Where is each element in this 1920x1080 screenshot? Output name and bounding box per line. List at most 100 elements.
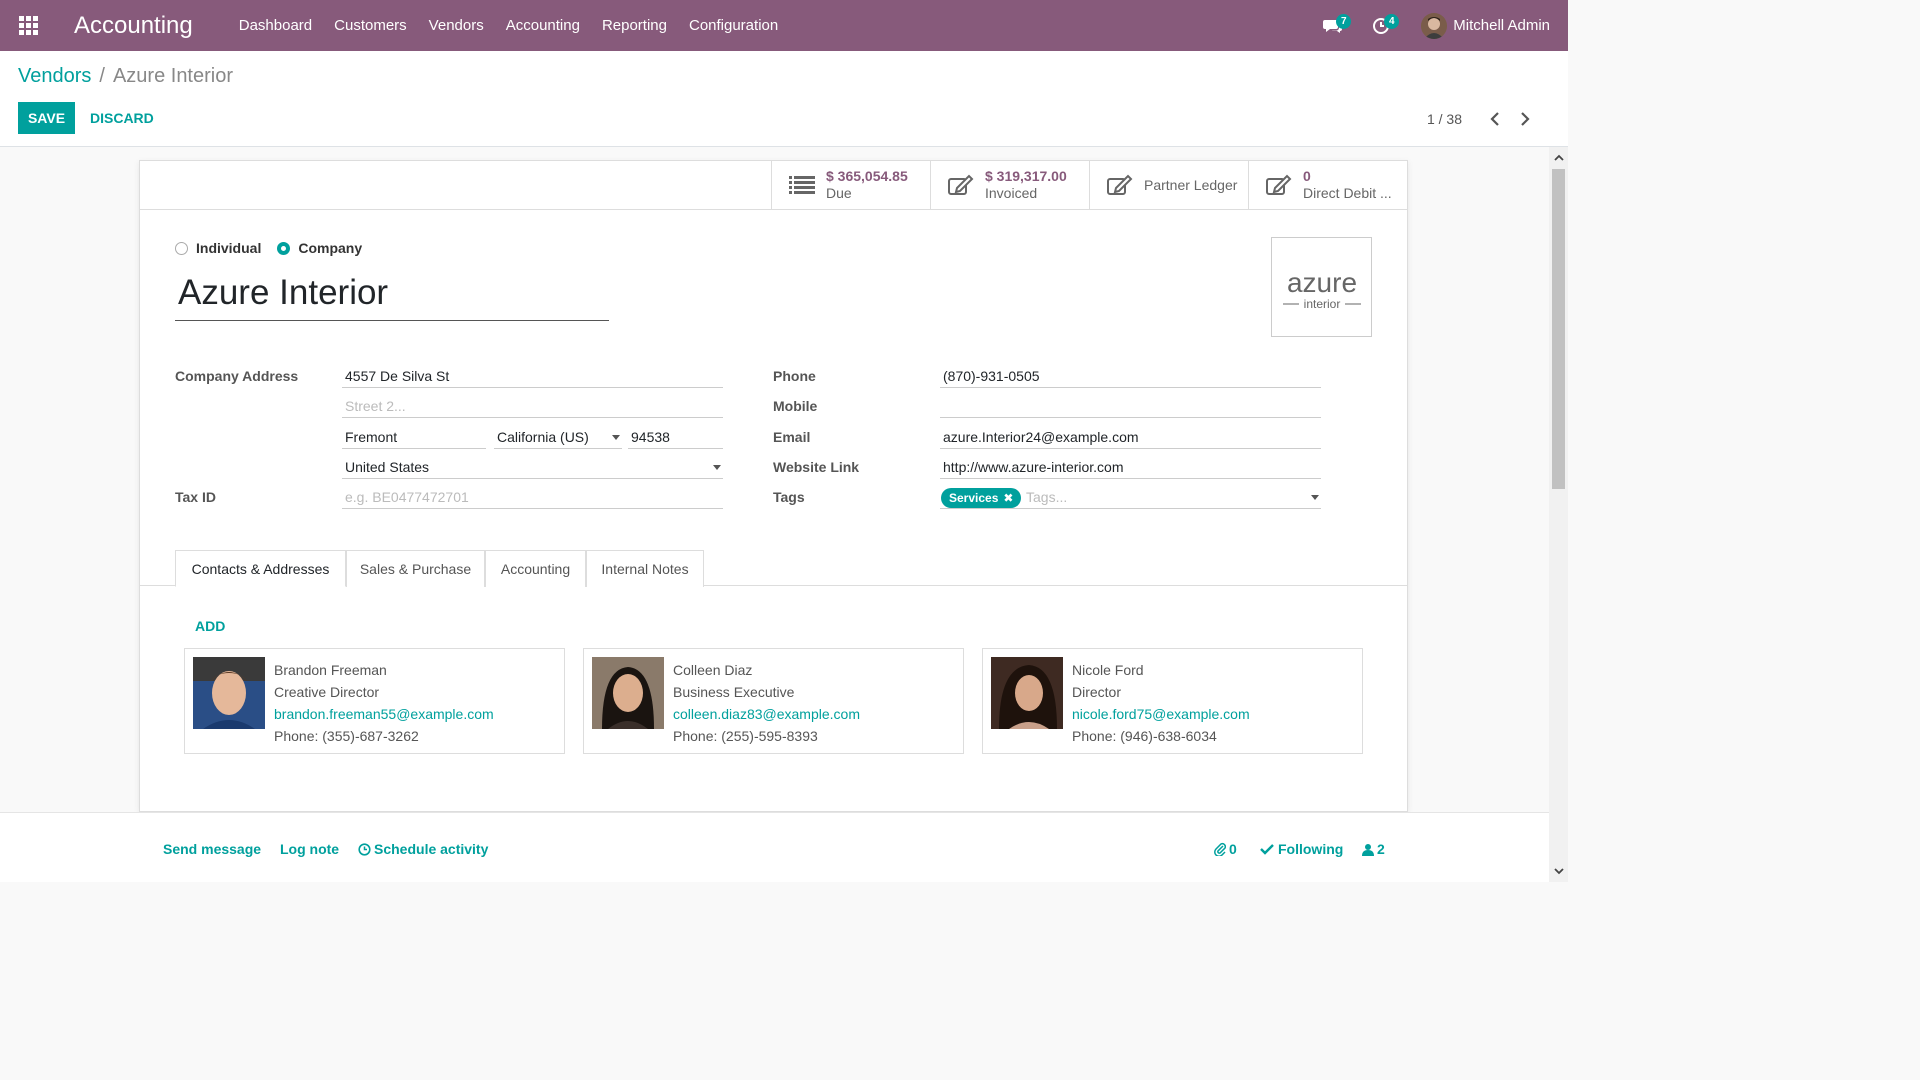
menu-item-customers[interactable]: Customers — [334, 17, 407, 34]
follow-button[interactable]: Following — [1260, 841, 1343, 857]
chevron-down-icon — [713, 465, 721, 470]
contact-avatar — [193, 657, 265, 729]
pager-previous-button[interactable] — [1480, 107, 1510, 131]
discard-button[interactable]: DISCARD — [85, 102, 159, 134]
company-address-label: Company Address — [175, 368, 299, 384]
mobile-input[interactable] — [940, 396, 1321, 418]
company-label[interactable]: Company — [298, 240, 362, 256]
main-menu: Dashboard Customers Vendors Accounting R… — [239, 17, 800, 34]
country-select[interactable]: United States — [342, 457, 723, 479]
direct-debit-value: 0 — [1303, 168, 1311, 184]
schedule-activity-button[interactable]: Schedule activity — [358, 841, 488, 857]
due-value: $ 365,054.85 — [826, 168, 908, 184]
due-stat-button[interactable]: $ 365,054.85 Due — [771, 161, 930, 209]
contact-name: Colleen Diaz — [673, 662, 753, 678]
partner-name-input[interactable]: Azure Interior — [175, 271, 609, 321]
street-input[interactable]: 4557 De Silva St — [342, 366, 723, 388]
page-scrollbar[interactable] — [1549, 147, 1568, 882]
city-input[interactable]: Fremont — [342, 427, 486, 449]
messaging-menu[interactable]: 7 — [1313, 0, 1353, 51]
user-name: Mitchell Admin — [1453, 17, 1550, 34]
mobile-label: Mobile — [773, 398, 818, 414]
tags-label: Tags — [773, 489, 805, 505]
breadcrumb-separator: / — [99, 65, 105, 87]
company-radio[interactable] — [277, 241, 291, 255]
direct-debit-button[interactable]: 0 Direct Debit ... — [1248, 161, 1407, 209]
pager-value[interactable]: 1 / 38 — [1427, 111, 1462, 127]
edit-icon — [1106, 173, 1134, 197]
tab-sales-purchase[interactable]: Sales & Purchase — [346, 550, 485, 587]
contact-name: Nicole Ford — [1072, 662, 1144, 678]
chevron-down-icon — [1311, 495, 1319, 500]
user-icon — [1362, 843, 1374, 856]
following-label: Following — [1278, 841, 1344, 857]
state-select[interactable]: California (US) — [494, 427, 622, 449]
attachments-button[interactable]: 0 — [1214, 841, 1237, 857]
activities-count-badge: 4 — [1384, 14, 1400, 29]
contact-card[interactable]: Colleen Diaz Business Executive colleen.… — [583, 648, 964, 754]
save-button[interactable]: SAVE — [18, 102, 75, 134]
contact-card[interactable]: Nicole Ford Director nicole.ford75@examp… — [982, 648, 1363, 754]
partner-ledger-button[interactable]: Partner Ledger — [1089, 161, 1248, 209]
add-contact-button[interactable]: ADD — [195, 618, 225, 634]
menu-item-configuration[interactable]: Configuration — [689, 17, 778, 34]
chevron-right-icon — [1521, 112, 1530, 126]
email-input[interactable]: azure.Interior24@example.com — [940, 427, 1321, 449]
chatter: Send message Log note Schedule activity … — [0, 812, 1549, 882]
street2-input[interactable]: Street 2... — [342, 396, 723, 418]
app-title[interactable]: Accounting — [74, 12, 193, 40]
menu-item-dashboard[interactable]: Dashboard — [239, 17, 312, 34]
user-menu[interactable]: Mitchell Admin — [1421, 12, 1550, 39]
contact-email[interactable]: brandon.freeman55@example.com — [274, 703, 494, 725]
website-input[interactable]: http://www.azure-interior.com — [940, 457, 1321, 479]
log-note-button[interactable]: Log note — [280, 841, 339, 857]
tax-id-input[interactable]: e.g. BE0477472701 — [342, 487, 723, 509]
individual-radio[interactable] — [175, 241, 188, 255]
apps-menu-icon[interactable] — [0, 0, 56, 51]
menu-item-reporting[interactable]: Reporting — [602, 17, 667, 34]
remove-tag-icon[interactable]: ✖ — [1003, 491, 1013, 505]
logo-sub-text: interior — [1303, 297, 1340, 310]
scroll-down-icon[interactable] — [1549, 862, 1568, 880]
contact-avatar — [592, 657, 664, 729]
clock-icon — [358, 842, 371, 856]
schedule-activity-label: Schedule activity — [374, 841, 489, 857]
individual-label[interactable]: Individual — [196, 240, 261, 256]
phone-label: Phone — [773, 368, 816, 384]
tab-accounting[interactable]: Accounting — [485, 550, 586, 587]
pager-next-button[interactable] — [1510, 107, 1540, 131]
contact-card[interactable]: Brandon Freeman Creative Director brando… — [184, 648, 565, 754]
pager: 1 / 38 — [1427, 107, 1540, 131]
menu-item-accounting[interactable]: Accounting — [506, 17, 580, 34]
scrollbar-thumb[interactable] — [1552, 169, 1565, 489]
messages-count-badge: 7 — [1336, 14, 1352, 29]
chevron-left-icon — [1490, 112, 1499, 126]
zip-input[interactable]: 94538 — [628, 427, 723, 449]
systray: 7 4 Mitchell Admin — [1313, 0, 1550, 51]
contact-email[interactable]: nicole.ford75@example.com — [1072, 703, 1250, 725]
contact-title: Director — [1072, 684, 1122, 700]
contact-name: Brandon Freeman — [274, 662, 387, 678]
contact-title: Business Executive — [673, 684, 795, 700]
state-value: California (US) — [497, 429, 589, 445]
invoiced-value: $ 319,317.00 — [985, 168, 1067, 184]
contact-email[interactable]: colleen.diaz83@example.com — [673, 703, 860, 725]
breadcrumb-vendors[interactable]: Vendors — [18, 65, 91, 88]
edit-icon — [947, 173, 975, 197]
phone-input[interactable]: (870)-931-0505 — [940, 366, 1321, 388]
activity-menu[interactable]: 4 — [1361, 0, 1401, 51]
attachments-count: 0 — [1229, 841, 1237, 857]
user-avatar — [1421, 12, 1448, 39]
top-navbar: Accounting Dashboard Customers Vendors A… — [0, 0, 1568, 51]
invoiced-stat-button[interactable]: $ 319,317.00 Invoiced — [930, 161, 1089, 209]
menu-item-vendors[interactable]: Vendors — [429, 17, 484, 34]
tax-id-label: Tax ID — [175, 489, 216, 505]
scroll-up-icon[interactable] — [1549, 149, 1568, 167]
tab-contacts-addresses[interactable]: Contacts & Addresses — [175, 550, 346, 587]
control-panel: Vendors / Azure Interior SAVE DISCARD 1 … — [0, 51, 1568, 147]
send-message-button[interactable]: Send message — [163, 841, 261, 857]
tab-internal-notes[interactable]: Internal Notes — [586, 550, 704, 587]
form-view: $ 365,054.85 Due $ 319,317.00 Invoiced P… — [0, 147, 1549, 882]
partner-logo[interactable]: azure interior — [1271, 237, 1372, 337]
followers-button[interactable]: 2 — [1362, 841, 1385, 857]
